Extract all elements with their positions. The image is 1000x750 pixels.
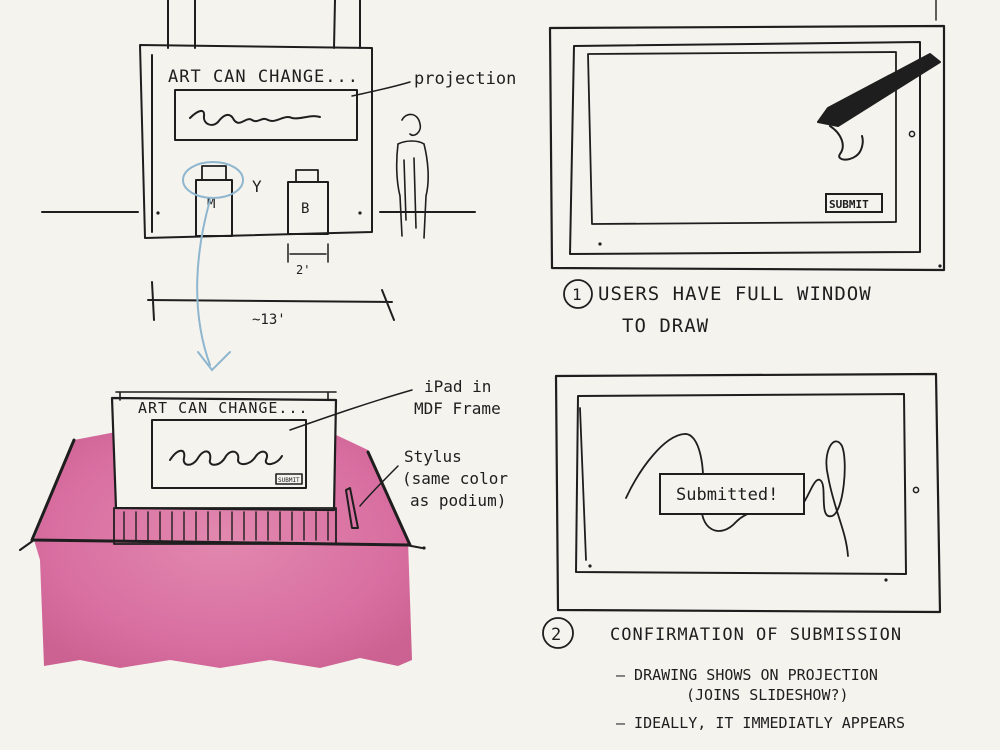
bullet-1-line1: — DRAWING SHOWS ON PROJECTION <box>616 666 878 684</box>
ipad-label-line2: MDF Frame <box>414 399 501 418</box>
podium-detail: ART CAN CHANGE... SUBMIT iPad in MDF Fra… <box>19 377 508 668</box>
screen-2-mockup: Submitted! 2 CONFIRMATION OF SUBMISSION … <box>542 372 942 732</box>
step-2-number: 2 <box>551 625 561 645</box>
ipad-banner-text: ART CAN CHANGE... <box>138 399 309 417</box>
svg-text:SUBMIT: SUBMIT <box>829 198 869 211</box>
stylus-pen-icon <box>817 53 941 127</box>
sketch-canvas: ART CAN CHANGE... projection M Y B 2' ~1… <box>19 0 946 732</box>
screen-1-mockup: SUBMIT 1 USERS HAVE FULL WINDOW TO DRAW <box>548 0 946 337</box>
step-1-number: 1 <box>572 285 582 304</box>
wall-width-label: ~13' <box>252 312 286 328</box>
confirmation-text: Submitted! <box>676 485 778 505</box>
zoom-arrow <box>196 199 231 372</box>
ipad-label-line1: iPad in <box>424 377 491 396</box>
screen-2-caption: CONFIRMATION OF SUBMISSION <box>610 625 902 645</box>
svg-text:SUBMIT: SUBMIT <box>278 477 300 484</box>
podium-y-label: Y <box>252 177 262 196</box>
stylus-label-line3: as podium) <box>410 491 506 510</box>
screen-1-caption-line1: USERS HAVE FULL WINDOW <box>598 283 872 305</box>
stylus-label-line2: (same color <box>402 469 508 488</box>
projection-scribble <box>189 110 321 126</box>
podium-b-label: B <box>301 201 309 217</box>
podium-width-label: 2' <box>296 263 310 277</box>
screen-1-caption-line2: TO DRAW <box>622 315 709 337</box>
projection-box <box>174 89 358 141</box>
person-figure <box>395 113 429 239</box>
stylus-label-line1: Stylus <box>404 447 462 466</box>
wall-banner-text: ART CAN CHANGE... <box>168 67 359 87</box>
installation-sketch: ART CAN CHANGE... projection M Y B 2' ~1… <box>41 0 516 372</box>
screen-1-outer <box>548 24 946 272</box>
bullet-1-line2: (JOINS SLIDESHOW?) <box>686 686 849 704</box>
projection-label: projection <box>414 69 516 89</box>
bullet-2: — IDEALLY, IT IMMEDIATLY APPEARS <box>616 714 905 732</box>
